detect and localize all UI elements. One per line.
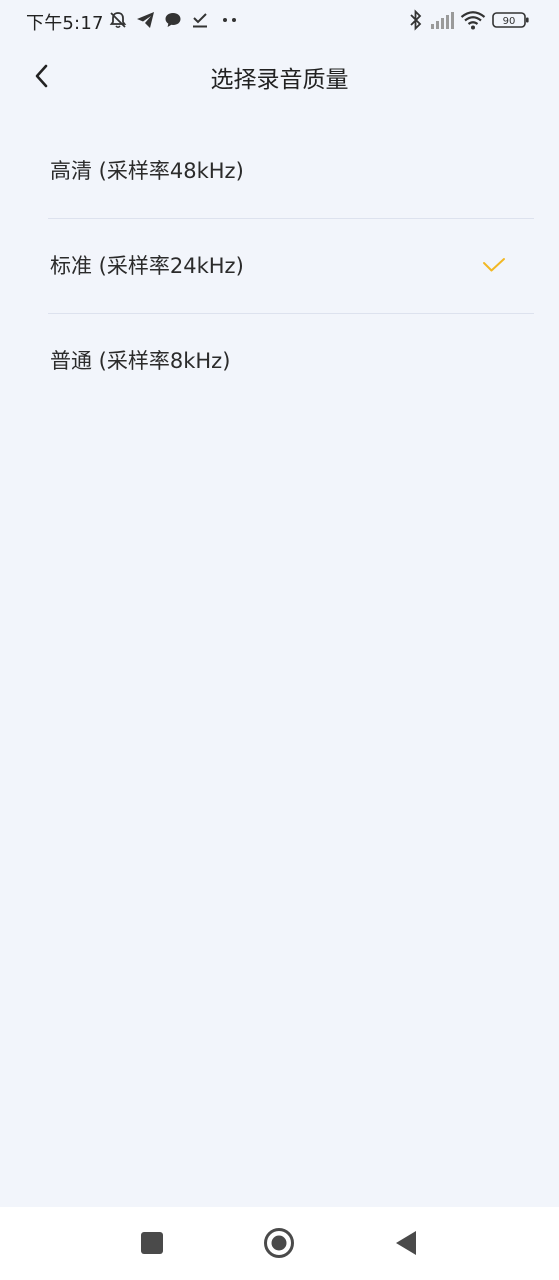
status-time: 下午5:17 [26, 13, 104, 34]
option-hd[interactable]: 高清 (采样率48kHz) [48, 124, 534, 218]
option-label: 普通 (采样率8kHz) [50, 349, 231, 373]
signal-icon [430, 9, 456, 31]
chat-bubble-icon [164, 9, 182, 31]
option-label: 标准 (采样率24kHz) [50, 254, 244, 278]
page-title: 选择录音质量 [210, 67, 349, 93]
bluetooth-icon [408, 9, 424, 31]
header: 选择录音质量 [0, 42, 559, 110]
more-dots-icon [220, 9, 240, 31]
battery-icon: 90 [492, 9, 530, 31]
option-label: 高清 (采样率48kHz) [50, 159, 244, 183]
back-nav-button[interactable] [384, 1221, 428, 1265]
recents-square-icon [141, 1232, 163, 1254]
home-circle-icon [264, 1228, 294, 1258]
recents-button[interactable] [130, 1221, 174, 1265]
battery-level: 90 [503, 16, 516, 27]
option-normal[interactable]: 普通 (采样率8kHz) [48, 313, 534, 408]
wifi-icon [460, 9, 486, 31]
status-bar: 下午5:17 90 [0, 0, 559, 42]
checkmark-icon [483, 258, 505, 272]
telegram-icon [136, 9, 156, 31]
option-standard[interactable]: 标准 (采样率24kHz) [48, 218, 534, 313]
quality-options-list: 高清 (采样率48kHz) 标准 (采样率24kHz) 普通 (采样率8kHz) [48, 124, 534, 408]
back-triangle-icon [396, 1231, 416, 1255]
download-check-icon [191, 9, 209, 31]
system-nav-bar [0, 1207, 559, 1280]
home-button[interactable] [257, 1221, 301, 1265]
bell-muted-icon [108, 9, 128, 31]
